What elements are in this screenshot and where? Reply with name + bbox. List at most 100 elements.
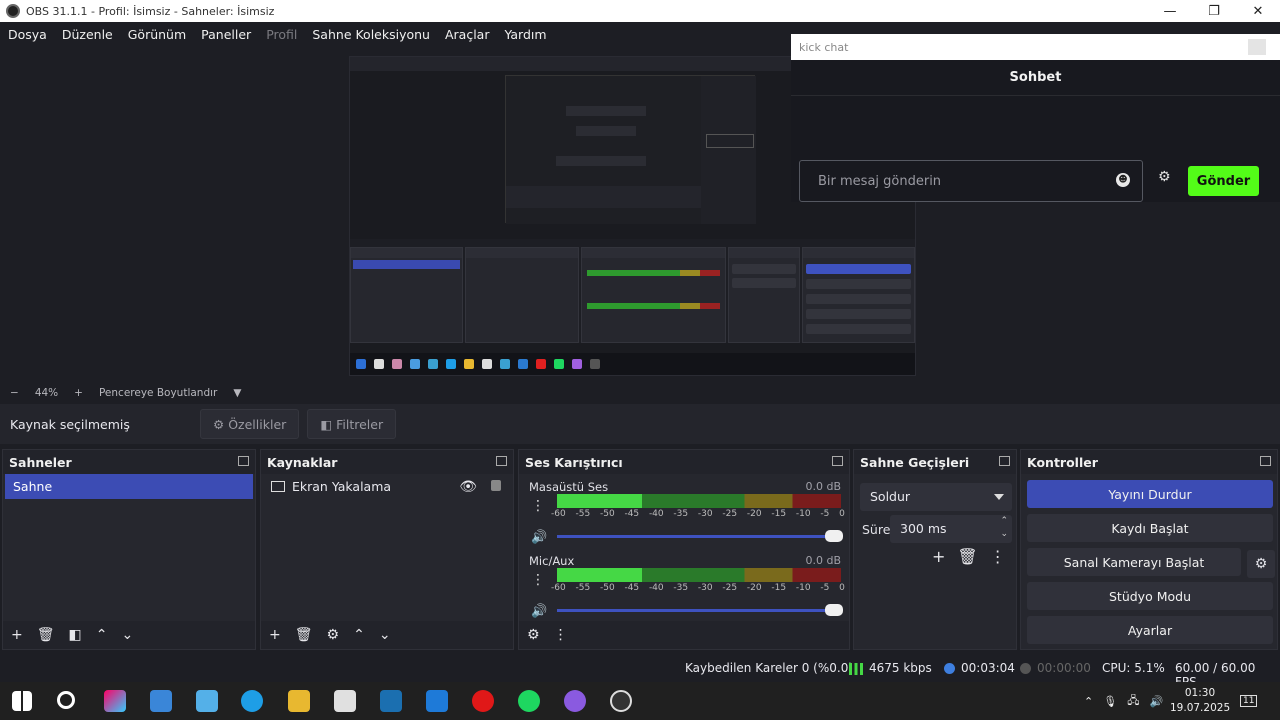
volume-icon[interactable]: 🔊 bbox=[1149, 695, 1163, 708]
status-bar: Kaybedilen Kareler 0 (%0.0) 4675 kbps 00… bbox=[0, 654, 1280, 689]
chat-message-input[interactable]: Bir mesaj gönderin ☻ bbox=[799, 160, 1143, 202]
filter-icon[interactable]: ◧ bbox=[69, 627, 82, 643]
outlook-icon[interactable] bbox=[426, 690, 448, 712]
volume-slider[interactable] bbox=[557, 530, 843, 542]
menu-file[interactable]: Dosya bbox=[8, 27, 47, 42]
trash-icon[interactable]: 🗑 bbox=[37, 627, 55, 643]
stop-stream-button[interactable]: Yayını Durdur bbox=[1027, 480, 1273, 508]
chevron-up-icon[interactable]: ⌃ bbox=[1084, 695, 1093, 708]
opera-icon[interactable] bbox=[472, 690, 494, 712]
move-down-icon[interactable]: ⌄ bbox=[379, 627, 391, 643]
menu-edit[interactable]: Düzenle bbox=[62, 27, 113, 42]
undock-icon[interactable] bbox=[832, 456, 843, 466]
stepper-up-icon[interactable]: ⌃ bbox=[1000, 516, 1008, 526]
virtual-camera-gear-icon[interactable]: ⚙ bbox=[1247, 550, 1275, 578]
nested-taskbar-icon bbox=[392, 359, 402, 369]
move-down-icon[interactable]: ⌄ bbox=[121, 627, 133, 643]
nested-chat-box bbox=[706, 134, 754, 148]
chat-settings-gear-icon[interactable]: ⚙ bbox=[1158, 169, 1171, 185]
properties-button[interactable]: ⚙ Özellikler bbox=[200, 409, 300, 439]
network-icon[interactable]: 🖧 bbox=[1127, 692, 1139, 711]
zoom-in-button[interactable]: + bbox=[74, 387, 83, 399]
gear-icon[interactable]: ⚙ bbox=[327, 627, 340, 643]
undock-icon[interactable] bbox=[496, 456, 507, 466]
settings-button[interactable]: Ayarlar bbox=[1027, 616, 1273, 644]
menu-profile[interactable]: Profil bbox=[266, 27, 297, 42]
dropped-frames: Kaybedilen Kareler 0 (%0.0) bbox=[685, 661, 854, 675]
add-icon[interactable]: + bbox=[932, 547, 945, 566]
chat-dock-title: kick chat bbox=[791, 34, 1280, 60]
stepper-down-icon[interactable]: ⌄ bbox=[1000, 529, 1008, 539]
steam-icon[interactable] bbox=[380, 690, 402, 712]
spotify-icon[interactable] bbox=[518, 690, 540, 712]
chat-send-button[interactable]: Gönder bbox=[1188, 166, 1259, 196]
add-icon[interactable]: + bbox=[269, 627, 281, 643]
channel-menu-icon[interactable]: ⋮ bbox=[531, 498, 545, 514]
store-icon[interactable] bbox=[334, 690, 356, 712]
close-button[interactable]: ✕ bbox=[1236, 0, 1280, 22]
record-indicator: 00:00:00 bbox=[1020, 661, 1091, 675]
monitor-icon bbox=[271, 481, 285, 492]
meter-tick: 0 bbox=[839, 509, 845, 519]
discord-icon[interactable] bbox=[564, 690, 586, 712]
meter-tick: -55 bbox=[575, 509, 591, 519]
start-virtual-camera-button[interactable]: Sanal Kamerayı Başlat bbox=[1027, 548, 1241, 576]
copilot-icon[interactable] bbox=[104, 690, 126, 712]
zoom-dropdown-icon[interactable]: ▼ bbox=[233, 387, 241, 399]
undock-icon[interactable] bbox=[999, 456, 1010, 466]
channel-menu-icon[interactable]: ⋮ bbox=[531, 572, 545, 588]
microphone-icon[interactable]: 🎙 bbox=[1103, 695, 1117, 708]
menu-help[interactable]: Yardım bbox=[504, 27, 546, 42]
volume-slider-knob[interactable] bbox=[825, 530, 843, 542]
move-up-icon[interactable]: ⌃ bbox=[353, 627, 365, 643]
meter-tick: -20 bbox=[746, 583, 762, 593]
nested-preview bbox=[505, 75, 756, 224]
undock-icon[interactable] bbox=[238, 456, 249, 466]
duration-input[interactable]: 300 ms ⌃ ⌄ bbox=[890, 515, 1012, 543]
add-icon[interactable]: + bbox=[11, 627, 23, 643]
obs-taskbar-icon[interactable] bbox=[610, 690, 632, 712]
menu-docks[interactable]: Paneller bbox=[201, 27, 251, 42]
volume-slider[interactable] bbox=[557, 604, 843, 616]
notifications-button[interactable]: 11 bbox=[1240, 682, 1258, 720]
source-item[interactable]: Ekran Yakalama 👁 bbox=[261, 474, 513, 499]
menu-tools[interactable]: Araçlar bbox=[445, 27, 490, 42]
eye-icon[interactable]: 👁 bbox=[459, 479, 477, 495]
scenes-header: Sahneler bbox=[3, 450, 255, 474]
volume-slider-knob[interactable] bbox=[825, 604, 843, 616]
windows-start-icon[interactable] bbox=[12, 691, 32, 711]
minimize-button[interactable]: — bbox=[1148, 0, 1192, 22]
advanced-audio-icon[interactable]: ⚙ bbox=[527, 627, 540, 643]
file-explorer-icon[interactable] bbox=[288, 690, 310, 712]
filters-button[interactable]: ◧ Filtreler bbox=[307, 409, 397, 439]
move-up-icon[interactable]: ⌃ bbox=[96, 627, 108, 643]
menu-scene-collection[interactable]: Sahne Koleksiyonu bbox=[312, 27, 430, 42]
clock[interactable]: 01:30 19.07.2025 bbox=[1170, 686, 1230, 716]
mixer-menu-icon[interactable]: ⋮ bbox=[554, 627, 568, 643]
app-icon[interactable] bbox=[196, 690, 218, 712]
scene-item[interactable]: Sahne bbox=[5, 474, 253, 499]
studio-mode-button[interactable]: Stüdyo Modu bbox=[1027, 582, 1273, 610]
chat-scrollbar[interactable] bbox=[1248, 39, 1266, 55]
zoom-mode[interactable]: Pencereye Boyutlandır bbox=[99, 387, 217, 399]
trash-icon[interactable]: 🗑 bbox=[957, 547, 977, 566]
zoom-out-button[interactable]: − bbox=[10, 387, 19, 399]
trash-icon[interactable]: 🗑 bbox=[295, 627, 313, 643]
menu-icon[interactable]: ⋮ bbox=[990, 547, 1006, 566]
emoji-icon[interactable]: ☻ bbox=[1116, 173, 1130, 187]
maximize-button[interactable]: ❐ bbox=[1192, 0, 1236, 22]
nested-docks bbox=[350, 239, 915, 343]
nested-taskbar-icon bbox=[590, 359, 600, 369]
python-icon[interactable] bbox=[150, 690, 172, 712]
undock-icon[interactable] bbox=[1260, 456, 1271, 466]
edge-icon[interactable] bbox=[241, 690, 263, 712]
transition-select[interactable]: Soldur bbox=[860, 483, 1012, 511]
lock-icon[interactable] bbox=[491, 480, 501, 491]
meter-tick: -50 bbox=[599, 509, 615, 519]
start-recording-button[interactable]: Kaydı Başlat bbox=[1027, 514, 1273, 542]
search-icon[interactable] bbox=[57, 691, 75, 709]
speaker-icon[interactable]: 🔊 bbox=[531, 604, 547, 619]
meter-tick: -55 bbox=[575, 583, 591, 593]
speaker-icon[interactable]: 🔊 bbox=[531, 530, 547, 545]
menu-view[interactable]: Görünüm bbox=[128, 27, 186, 42]
